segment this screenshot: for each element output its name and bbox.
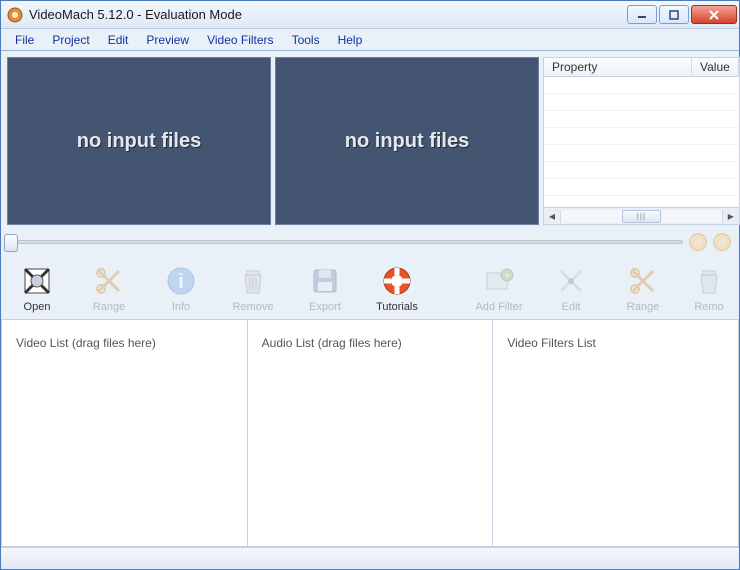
add-filter-label: Add Filter bbox=[475, 301, 522, 313]
export-label: Export bbox=[309, 301, 341, 313]
range2-button: Range bbox=[617, 265, 669, 313]
property-header: Property Value bbox=[543, 57, 740, 77]
lifebuoy-icon bbox=[381, 265, 413, 297]
menubar: File Project Edit Preview Video Filters … bbox=[1, 29, 739, 51]
maximize-button[interactable] bbox=[659, 5, 689, 24]
edit-icon bbox=[555, 265, 587, 297]
trash-icon bbox=[693, 265, 725, 297]
property-col-header[interactable]: Property bbox=[544, 58, 692, 76]
timeline-slider-row bbox=[1, 225, 739, 253]
property-panel: Property Value ◂ ||| ▸ bbox=[543, 57, 740, 225]
property-body bbox=[543, 77, 740, 208]
info-button: i Info bbox=[155, 265, 207, 313]
titlebar: VideoMach 5.12.0 - Evaluation Mode bbox=[1, 1, 739, 29]
menu-tools[interactable]: Tools bbox=[284, 31, 328, 49]
property-row bbox=[544, 162, 739, 179]
range2-label: Range bbox=[627, 301, 659, 313]
minimize-button[interactable] bbox=[627, 5, 657, 24]
scroll-right-icon[interactable]: ▸ bbox=[723, 209, 739, 224]
close-button[interactable] bbox=[691, 5, 737, 24]
info-icon: i bbox=[165, 265, 197, 297]
video-list-pane[interactable]: Video List (drag files here) bbox=[1, 320, 248, 547]
scroll-track[interactable]: ||| bbox=[560, 210, 723, 223]
window-buttons bbox=[627, 5, 737, 24]
preview-right-text: no input files bbox=[345, 130, 469, 153]
remove2-label: Remo bbox=[694, 301, 723, 313]
add-filter-button: + Add Filter bbox=[473, 265, 525, 313]
tutorials-button[interactable]: Tutorials bbox=[371, 265, 423, 313]
property-row bbox=[544, 94, 739, 111]
window-title: VideoMach 5.12.0 - Evaluation Mode bbox=[29, 7, 627, 22]
menu-project[interactable]: Project bbox=[44, 31, 97, 49]
preview-left-text: no input files bbox=[77, 130, 201, 153]
edit-label: Edit bbox=[562, 301, 581, 313]
floppy-icon bbox=[309, 265, 341, 297]
nav-prev-icon[interactable] bbox=[689, 233, 707, 251]
range-label: Range bbox=[93, 301, 125, 313]
toolbar: Open Range i Info Remove Export bbox=[1, 253, 739, 319]
preview-row: no input files no input files Property V… bbox=[1, 51, 739, 225]
nav-next-icon[interactable] bbox=[713, 233, 731, 251]
preview-pane-right: no input files bbox=[275, 57, 539, 225]
range-button: Range bbox=[83, 265, 135, 313]
property-row bbox=[544, 77, 739, 94]
svg-text:i: i bbox=[178, 271, 184, 293]
menu-help[interactable]: Help bbox=[330, 31, 371, 49]
scroll-thumb[interactable]: ||| bbox=[622, 210, 661, 223]
open-icon bbox=[21, 265, 53, 297]
scroll-left-icon[interactable]: ◂ bbox=[544, 209, 560, 224]
property-row bbox=[544, 179, 739, 196]
remove-button: Remove bbox=[227, 265, 279, 313]
property-row bbox=[544, 111, 739, 128]
bottom-lists: Video List (drag files here) Audio List … bbox=[1, 319, 739, 547]
timeline-track[interactable] bbox=[9, 240, 683, 244]
value-col-header[interactable]: Value bbox=[692, 58, 739, 76]
remove-label: Remove bbox=[233, 301, 274, 313]
menu-edit[interactable]: Edit bbox=[100, 31, 137, 49]
filters-list-pane[interactable]: Video Filters List bbox=[493, 320, 739, 547]
menu-preview[interactable]: Preview bbox=[138, 31, 197, 49]
property-hscrollbar[interactable]: ◂ ||| ▸ bbox=[543, 208, 740, 225]
audio-list-pane[interactable]: Audio List (drag files here) bbox=[248, 320, 494, 547]
timeline-thumb[interactable] bbox=[4, 234, 18, 252]
audio-list-label: Audio List (drag files here) bbox=[262, 336, 402, 350]
open-label: Open bbox=[24, 301, 51, 313]
open-button[interactable]: Open bbox=[11, 265, 63, 313]
svg-text:+: + bbox=[504, 271, 510, 282]
property-row bbox=[544, 145, 739, 162]
export-button: Export bbox=[299, 265, 351, 313]
add-filter-icon: + bbox=[483, 265, 515, 297]
tutorials-label: Tutorials bbox=[376, 301, 418, 313]
app-window: VideoMach 5.12.0 - Evaluation Mode File … bbox=[0, 0, 740, 570]
filters-list-label: Video Filters List bbox=[507, 336, 595, 350]
app-icon bbox=[7, 7, 23, 23]
video-list-label: Video List (drag files here) bbox=[16, 336, 156, 350]
trash-icon bbox=[237, 265, 269, 297]
scissors-icon bbox=[627, 265, 659, 297]
preview-pane-left: no input files bbox=[7, 57, 271, 225]
edit-button: Edit bbox=[545, 265, 597, 313]
menu-file[interactable]: File bbox=[7, 31, 42, 49]
statusbar bbox=[1, 547, 739, 569]
property-row bbox=[544, 128, 739, 145]
remove2-button: Remo bbox=[689, 265, 729, 313]
scissors-icon bbox=[93, 265, 125, 297]
info-label: Info bbox=[172, 301, 190, 313]
menu-video-filters[interactable]: Video Filters bbox=[199, 31, 281, 49]
